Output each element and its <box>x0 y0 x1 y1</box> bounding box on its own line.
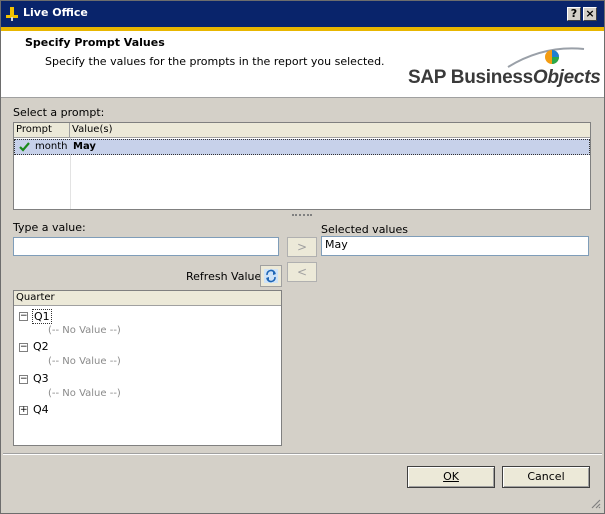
refresh-button[interactable] <box>260 265 282 287</box>
title-bar[interactable]: Live Office ? × <box>1 1 604 27</box>
prompt-name: month <box>35 141 68 152</box>
tree-node-q4[interactable]: Q4 <box>33 403 49 416</box>
tree-node-q3[interactable]: Q3 <box>33 372 49 385</box>
check-icon <box>19 142 30 152</box>
sap-businessobjects-logo: SAP BusinessObjects <box>408 43 601 91</box>
tree-node-q2[interactable]: Q2 <box>33 340 49 353</box>
live-office-icon <box>6 7 18 21</box>
cancel-button[interactable]: Cancel <box>502 466 590 488</box>
refresh-values-label: Refresh Values <box>186 270 267 283</box>
selected-values-label: Selected values <box>321 223 408 236</box>
prompt-list[interactable]: Prompt Value(s) month May <box>13 122 591 210</box>
selected-values-list[interactable]: May <box>321 236 589 256</box>
ok-label: OK <box>443 470 459 483</box>
logo-text-plain: SAP Business <box>408 67 533 88</box>
collapse-icon[interactable]: − <box>19 312 28 321</box>
header-stripe <box>1 27 604 31</box>
logo-swoosh-icon <box>507 47 585 68</box>
quarter-tree[interactable]: Quarter − Q1 (-- No Value --) − Q2 (-- N… <box>13 290 282 446</box>
remove-value-button[interactable]: < <box>287 262 317 282</box>
expand-icon[interactable]: + <box>19 406 28 415</box>
tree-leaf-no-value[interactable]: (-- No Value --) <box>48 356 121 367</box>
ok-button[interactable]: OK <box>407 466 495 488</box>
dialog-header: Specify Prompt Values Specify the values… <box>1 27 604 98</box>
add-value-button[interactable]: > <box>287 237 317 257</box>
logo-wordmark: SAP BusinessObjects <box>408 67 601 89</box>
window-title: Live Office <box>23 6 88 19</box>
splitter-grip[interactable] <box>292 214 312 218</box>
help-button[interactable]: ? <box>567 7 581 21</box>
tree-leaf-no-value[interactable]: (-- No Value --) <box>48 388 121 399</box>
resize-grip-icon[interactable] <box>589 497 601 509</box>
collapse-icon[interactable]: − <box>19 375 28 384</box>
close-button[interactable]: × <box>583 7 597 21</box>
header-heading: Specify Prompt Values <box>25 36 165 49</box>
tree-node-q1[interactable]: Q1 <box>32 309 52 324</box>
select-prompt-label: Select a prompt: <box>13 106 105 119</box>
collapse-icon[interactable]: − <box>19 343 28 352</box>
values-column-header[interactable]: Value(s) <box>70 123 590 138</box>
value-input[interactable] <box>13 237 279 256</box>
tree-leaf-no-value[interactable]: (-- No Value --) <box>48 325 121 336</box>
quarter-column-header[interactable]: Quarter <box>14 291 281 306</box>
dialog-window: Live Office ? × Specify Prompt Values Sp… <box>0 0 605 514</box>
prompt-value: May <box>73 141 96 152</box>
refresh-icon <box>264 269 278 283</box>
type-value-label: Type a value: <box>13 221 86 234</box>
prompt-column-header[interactable]: Prompt <box>14 123 70 138</box>
logo-text-italic: Objects <box>532 67 601 88</box>
table-row[interactable]: month May <box>14 139 590 155</box>
footer-separator <box>3 453 602 455</box>
header-description: Specify the values for the prompts in th… <box>45 55 385 68</box>
